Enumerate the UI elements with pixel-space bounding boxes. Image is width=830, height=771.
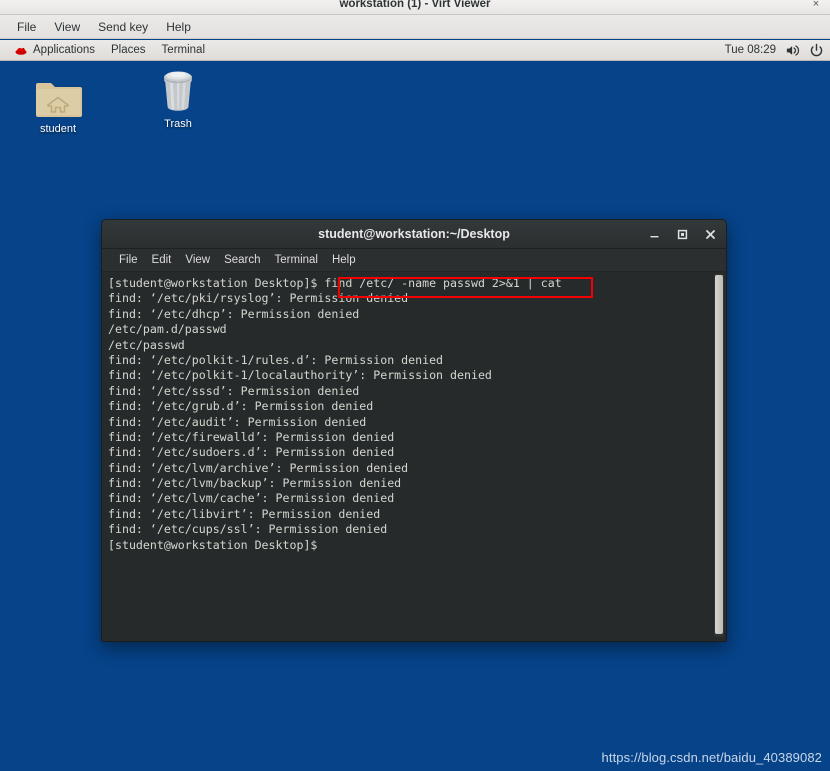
terminal-line: find: ‘/etc/grub.d’: Permission denied: [108, 399, 374, 414]
terminal-line: find: ‘/etc/firewalld’: Permission denie…: [108, 429, 395, 444]
home-folder-icon: [20, 69, 96, 119]
virt-viewer-window: workstation (1) - Virt Viewer × File Vie…: [0, 0, 830, 771]
viewer-menu-help[interactable]: Help: [157, 17, 200, 37]
viewer-title: workstation (1) - Virt Viewer: [339, 0, 491, 10]
terminal-menu-file[interactable]: File: [112, 251, 145, 269]
viewer-close-button[interactable]: ×: [808, 0, 824, 12]
terminal-menu-search[interactable]: Search: [217, 251, 267, 269]
viewer-menu-view[interactable]: View: [45, 17, 89, 37]
terminal-menu-edit[interactable]: Edit: [145, 251, 179, 269]
terminal-line: find: ‘/etc/libvirt’: Permission denied: [108, 506, 381, 521]
terminal-output-area[interactable]: [student@workstation Desktop]$ find /etc…: [102, 272, 726, 641]
desktop-icon-student-label: student: [39, 123, 77, 135]
terminal-line: find: ‘/etc/pki/rsyslog’: Permission den…: [108, 291, 409, 306]
terminal-line: [student@workstation Desktop]$ find /etc…: [108, 276, 562, 290]
terminal-line: find: ‘/etc/audit’: Permission denied: [108, 414, 367, 429]
terminal-menu[interactable]: Terminal: [154, 41, 213, 60]
gnome-top-panel: Applications Places Terminal Tue 08:29: [0, 40, 830, 61]
redhat-logo-icon: [15, 47, 27, 55]
places-menu[interactable]: Places: [103, 41, 154, 60]
terminal-menu-terminal[interactable]: Terminal: [268, 251, 325, 269]
terminal-maximize-button[interactable]: [676, 228, 689, 241]
desktop-icon-trash-label: Trash: [164, 118, 192, 130]
terminal-line: [student@workstation Desktop]$: [108, 537, 318, 552]
terminal-scrollbar-thumb[interactable]: [715, 275, 723, 634]
viewer-menu-send-key[interactable]: Send key: [89, 17, 157, 37]
terminal-screen: [student@workstation Desktop]$ find /etc…: [106, 276, 726, 553]
volume-icon[interactable]: [785, 43, 800, 58]
terminal-line: find: ‘/etc/sssd’: Permission denied: [108, 383, 360, 398]
viewer-menu-file[interactable]: File: [8, 17, 45, 37]
terminal-line: find: ‘/etc/lvm/archive’: Permission den…: [108, 460, 409, 475]
terminal-line: find: ‘/etc/dhcp’: Permission denied: [108, 306, 360, 321]
terminal-line: /etc/pam.d/passwd: [108, 322, 227, 337]
terminal-menu-view[interactable]: View: [178, 251, 217, 269]
power-icon[interactable]: [809, 43, 824, 58]
close-icon: [706, 230, 715, 239]
applications-menu[interactable]: Applications: [6, 41, 103, 60]
terminal-title: student@workstation:~/Desktop: [318, 227, 510, 241]
watermark-text: https://blog.csdn.net/baidu_40389082: [601, 750, 822, 765]
terminal-menubar: File Edit View Search Terminal Help: [102, 249, 726, 272]
terminal-menu-help[interactable]: Help: [325, 251, 363, 269]
terminal-line: find: ‘/etc/polkit-1/localauthority’: Pe…: [108, 368, 492, 383]
applications-menu-label: Applications: [33, 43, 96, 56]
terminal-line: /etc/passwd: [108, 337, 185, 352]
terminal-line: find: ‘/etc/cups/ssl’: Permission denied: [108, 522, 388, 537]
desktop-icon-student[interactable]: student: [20, 69, 96, 135]
minimize-icon: [650, 236, 659, 238]
maximize-icon: [677, 229, 688, 240]
terminal-line: find: ‘/etc/lvm/backup’: Permission deni…: [108, 476, 402, 491]
terminal-window: student@workstation:~/Desktop File Edit …: [101, 219, 727, 642]
trash-icon: [140, 64, 216, 114]
terminal-line: find: ‘/etc/polkit-1/rules.d’: Permissio…: [108, 352, 444, 367]
desktop-area: student Trash student@workstation:~/Desk…: [0, 61, 830, 771]
terminal-close-button[interactable]: [704, 228, 717, 241]
viewer-menubar: File View Send key Help: [0, 15, 830, 39]
panel-clock[interactable]: Tue 08:29: [725, 44, 776, 56]
terminal-minimize-button[interactable]: [648, 228, 661, 241]
terminal-scrollbar[interactable]: [714, 274, 724, 637]
terminal-line: find: ‘/etc/sudoers.d’: Permission denie…: [108, 445, 395, 460]
terminal-titlebar[interactable]: student@workstation:~/Desktop: [102, 220, 726, 249]
terminal-line: find: ‘/etc/lvm/cache’: Permission denie…: [108, 491, 395, 506]
desktop-icon-trash[interactable]: Trash: [140, 64, 216, 130]
viewer-titlebar: workstation (1) - Virt Viewer ×: [0, 0, 830, 15]
